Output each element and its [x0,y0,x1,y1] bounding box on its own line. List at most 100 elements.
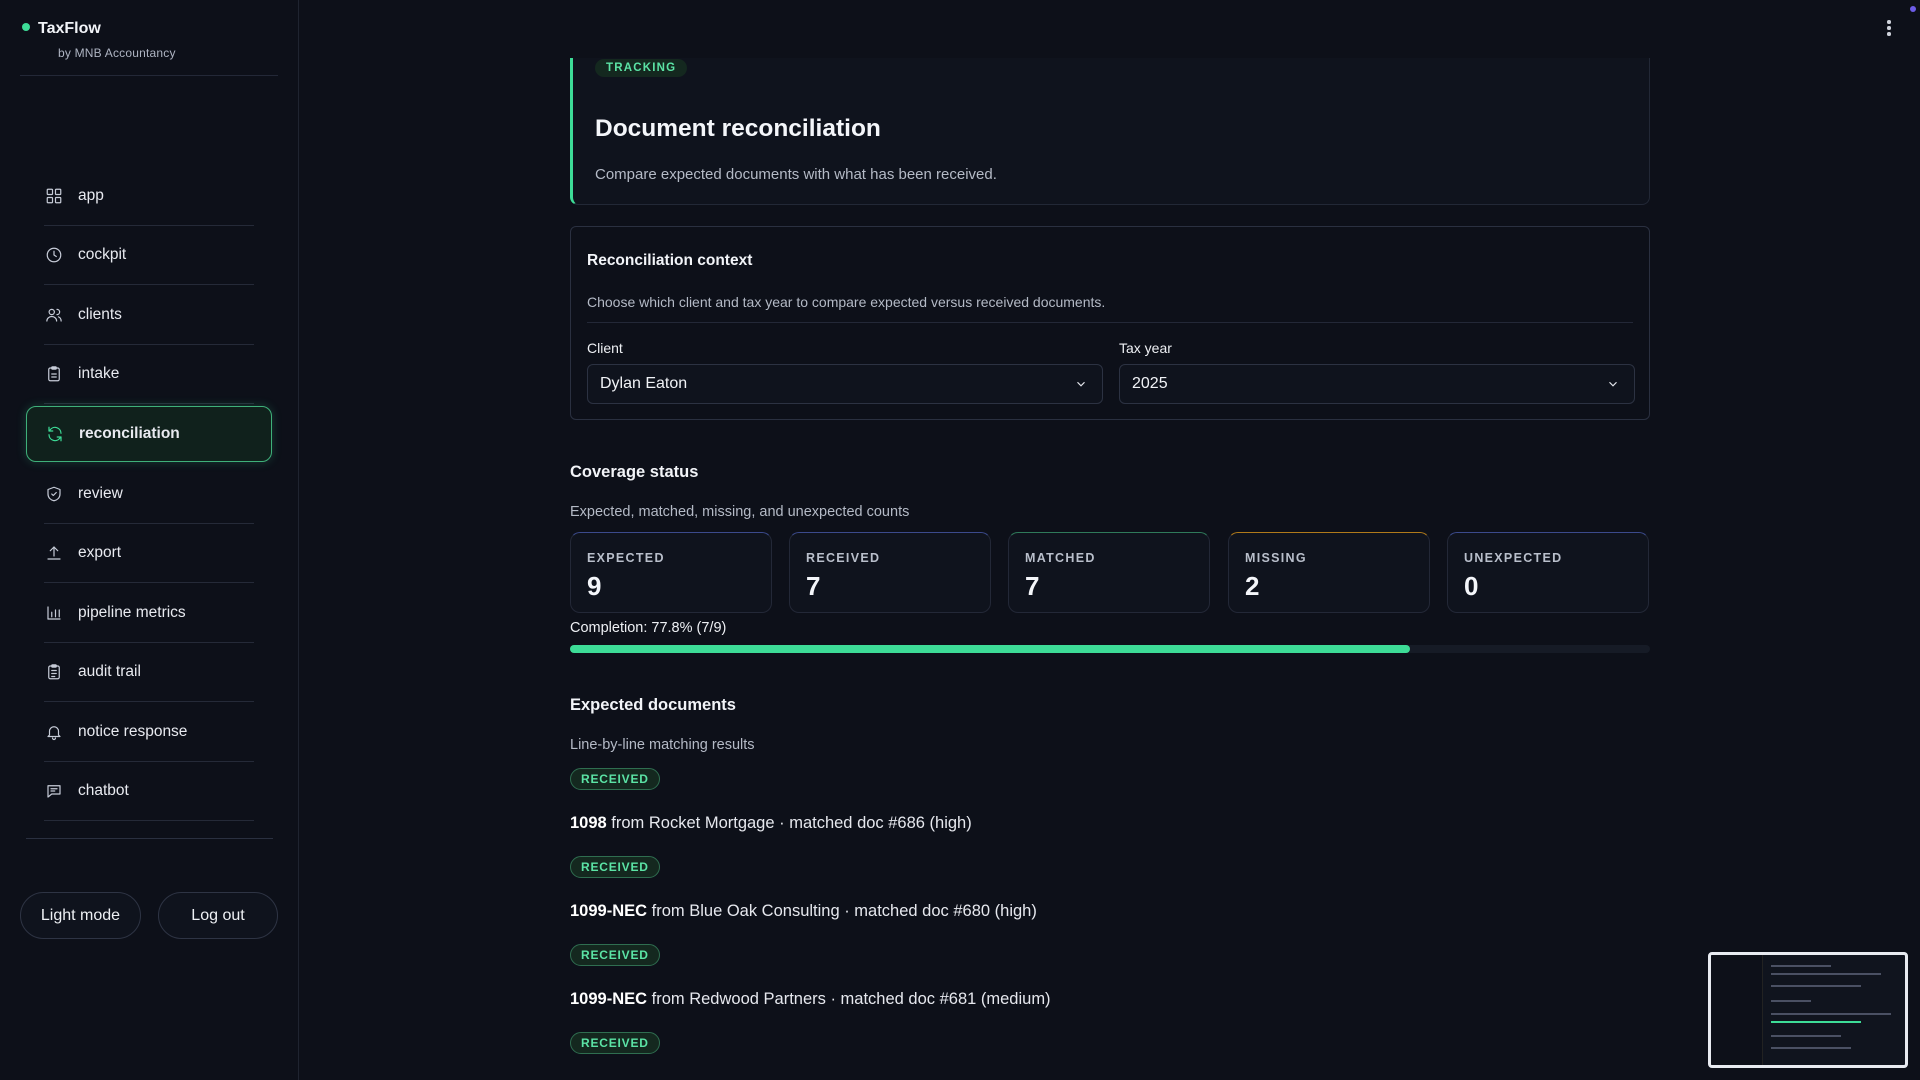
sidebar-item-intake[interactable]: intake [26,345,272,405]
section-badge: TRACKING [595,59,688,77]
sidebar: TaxFlow by MNB Accountancy app cockpit c… [0,0,299,1080]
stat-card-unexpected: UNEXPECTED 0 [1447,532,1649,613]
users-icon [44,305,64,325]
sidebar-item-label: pipeline metrics [78,603,186,621]
completion-progress-fill [570,645,1411,653]
client-select-value: Dylan Eaton [600,375,688,392]
coverage-title: Coverage status [570,463,699,481]
stat-label: EXPECTED [587,551,665,565]
sidebar-item-chatbot[interactable]: chatbot [26,762,272,822]
status-badge: RECEIVED [570,1032,660,1054]
minimap-progress [1771,1021,1861,1023]
notification-dot [1910,6,1916,12]
panel-title: Reconciliation context [587,252,753,269]
sidebar-item-label: app [78,186,104,204]
stat-label: MISSING [1245,551,1307,565]
tax-year-select-value: 2025 [1132,375,1168,392]
sidebar-item-clients[interactable]: clients [26,285,272,345]
sidebar-item-label: notice response [78,722,188,740]
brand-name: TaxFlow [38,20,101,37]
doc-form: 1099-NEC [570,990,648,1008]
minimap-line [1771,973,1881,975]
refresh-icon [45,424,65,444]
chevron-down-icon [1074,377,1088,391]
clipboard-list-icon [44,662,64,682]
page-title: Document reconciliation [595,115,881,142]
grid-icon [44,186,64,206]
minimap-line [1771,965,1831,967]
minimap-line [1771,1013,1891,1015]
sidebar-item-pipeline-metrics[interactable]: pipeline metrics [26,583,272,643]
list-item: 1099-NEC from Redwood Partners · matched… [570,990,1051,1009]
sidebar-item-reconciliation[interactable]: reconciliation [26,406,272,462]
stat-card-missing: MISSING 2 [1228,532,1430,613]
doc-form: 1099-NEC [570,902,648,920]
minimap-sidebar [1711,955,1763,1065]
minimap-line [1771,985,1861,987]
sidebar-item-label: clients [78,305,122,323]
page-header: TRACKING Document reconciliation Compare… [570,58,1650,205]
tax-year-select[interactable]: 2025 [1119,364,1635,404]
sidebar-item-audit-trail[interactable]: audit trail [26,643,272,703]
more-options-icon[interactable] [1886,20,1892,40]
divider [20,75,278,76]
stat-value: 7 [806,571,821,601]
light-mode-button[interactable]: Light mode [20,892,141,939]
stat-label: UNEXPECTED [1464,551,1563,565]
stat-label: MATCHED [1025,551,1096,565]
clock-icon [44,245,64,265]
stat-card-expected: EXPECTED 9 [570,532,772,613]
sidebar-item-cockpit[interactable]: cockpit [26,226,272,286]
doc-form: 1098 [570,814,607,832]
bar-chart-icon [44,603,64,623]
sidebar-item-label: chatbot [78,782,129,800]
bell-icon [44,722,64,742]
upload-icon [44,543,64,563]
doc-detail: from Rocket Mortgage · matched doc #686 … [606,814,972,832]
client-label: Client [587,340,623,356]
doc-detail: from Redwood Partners · matched doc #681… [647,990,1051,1008]
brand-subtitle: by MNB Accountancy [58,46,176,60]
list-item: 1099-NEC from Blue Oak Consulting · matc… [570,902,1037,921]
sidebar-item-label: cockpit [78,246,127,264]
sidebar-item-notice-response[interactable]: notice response [26,702,272,762]
minimap-line [1771,1000,1811,1002]
sidebar-item-export[interactable]: export [26,524,272,584]
stat-value: 2 [1245,571,1260,601]
completion-text: Completion: 77.8% (7/9) [570,620,727,636]
stat-value: 9 [587,571,602,601]
brand-status-dot [22,23,30,31]
page-subtitle: Compare expected documents with what has… [595,166,997,183]
status-badge: RECEIVED [570,944,660,966]
sidebar-item-app[interactable]: app [26,166,272,226]
panel-subtitle: Choose which client and tax year to comp… [587,294,1106,310]
message-icon [44,781,64,801]
sidebar-item-label: export [78,544,122,562]
chevron-down-icon [1606,377,1620,391]
minimap-line [1771,1047,1851,1049]
expected-documents-title: Expected documents [570,696,736,714]
reconciliation-context-panel: Reconciliation context Choose which clie… [570,226,1650,420]
tax-year-label: Tax year [1119,340,1172,356]
completion-progress-bar [570,645,1650,653]
logout-button[interactable]: Log out [158,892,278,939]
expected-documents-subtitle: Line-by-line matching results [570,737,755,753]
sidebar-nav: app cockpit clients intake reconciliatio… [26,166,272,821]
client-select[interactable]: Dylan Eaton [587,364,1103,404]
list-item: 1098 from Rocket Mortgage · matched doc … [570,814,972,833]
sidebar-item-label: review [78,484,123,502]
divider [26,838,273,839]
page-minimap[interactable] [1708,952,1908,1068]
stat-value: 7 [1025,571,1040,601]
divider [587,322,1633,323]
sidebar-item-label: audit trail [78,663,141,681]
minimap-line [1771,1035,1841,1037]
stat-card-received: RECEIVED 7 [789,532,991,613]
shield-check-icon [44,484,64,504]
stat-value: 0 [1464,571,1479,601]
sidebar-item-label: reconciliation [79,425,180,442]
status-badge: RECEIVED [570,856,660,878]
status-badge: RECEIVED [570,768,660,790]
coverage-subtitle: Expected, matched, missing, and unexpect… [570,504,910,520]
sidebar-item-review[interactable]: review [26,464,272,524]
